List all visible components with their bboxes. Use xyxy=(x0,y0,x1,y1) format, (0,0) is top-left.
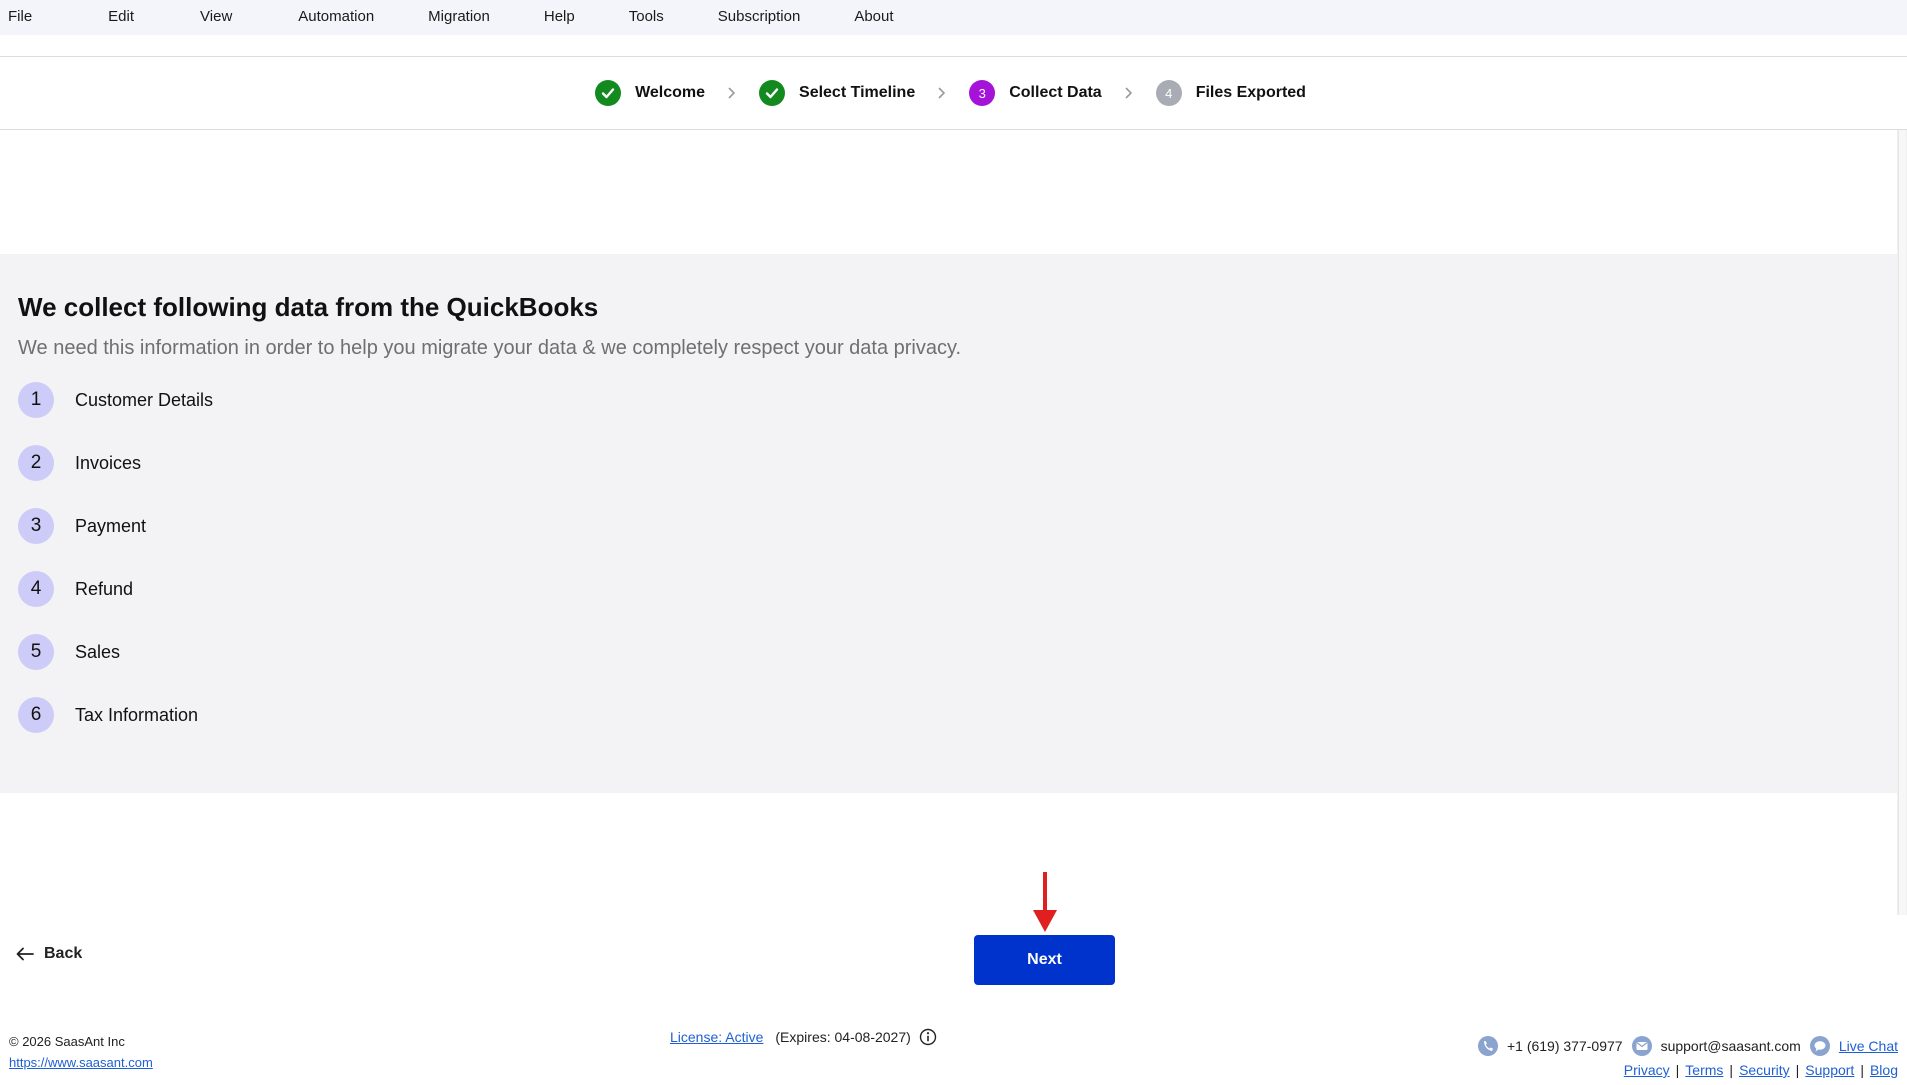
step-welcome: Welcome xyxy=(595,80,705,106)
chat-icon xyxy=(1809,1035,1831,1057)
chevron-right-icon xyxy=(1124,86,1134,100)
step-complete-check-icon xyxy=(595,80,622,106)
menu-file[interactable]: File xyxy=(0,0,40,35)
list-item: 4 Refund xyxy=(18,571,213,607)
step-label: Select Timeline xyxy=(799,84,916,101)
collected-data-panel: We collect following data from the Quick… xyxy=(0,254,1897,793)
back-button[interactable]: Back xyxy=(16,945,82,963)
support-email: support@saasant.com xyxy=(1660,1038,1801,1054)
support-link[interactable]: Support xyxy=(1805,1062,1854,1078)
chevron-right-icon xyxy=(937,86,947,100)
step-collect-data: 3 Collect Data xyxy=(969,80,1102,106)
data-list: 1 Customer Details 2 Invoices 3 Payment … xyxy=(18,382,213,760)
menu-bar: File Edit View Automation Migration Help… xyxy=(0,0,1907,35)
scrollbar-thumb[interactable] xyxy=(1898,130,1906,915)
blog-link[interactable]: Blog xyxy=(1870,1062,1898,1078)
item-label: Customer Details xyxy=(75,389,214,410)
live-chat-link[interactable]: Live Chat xyxy=(1839,1038,1898,1054)
step-label: Welcome xyxy=(635,84,706,101)
annotation-arrow-down-icon xyxy=(1031,872,1059,939)
next-button[interactable]: Next xyxy=(974,935,1115,985)
menu-automation[interactable]: Automation xyxy=(290,0,382,35)
item-label: Invoices xyxy=(75,452,142,473)
license-expiry: (Expires: 04-08-2027) xyxy=(775,1029,911,1045)
list-item: 5 Sales xyxy=(18,634,213,670)
panel-subtitle: We need this information in order to hel… xyxy=(18,337,962,359)
info-icon[interactable] xyxy=(919,1028,937,1046)
footer-links: Privacy | Terms | Security | Support | B… xyxy=(1623,1062,1898,1078)
footer-contact: +1 (619) 377-0977 support@saasant.com Li… xyxy=(1469,1034,1898,1078)
step-number-badge: 4 xyxy=(1155,80,1182,106)
email-icon xyxy=(1631,1035,1653,1057)
license-link[interactable]: License: Active xyxy=(670,1029,763,1045)
copyright-text: © 2026 SaasAnt Inc xyxy=(9,1034,125,1049)
menu-view[interactable]: View xyxy=(192,0,240,35)
step-number-badge: 3 xyxy=(969,80,996,106)
menu-migration[interactable]: Migration xyxy=(420,0,498,35)
app-window: File Edit View Automation Migration Help… xyxy=(0,0,1907,1085)
website-link[interactable]: https://www.saasant.com xyxy=(9,1055,153,1070)
item-number-badge: 3 xyxy=(18,508,54,544)
step-select-timeline: Select Timeline xyxy=(759,80,915,106)
step-files-exported: 4 Files Exported xyxy=(1155,80,1306,106)
phone-icon xyxy=(1477,1035,1499,1057)
item-number-badge: 4 xyxy=(18,571,54,607)
menu-tools[interactable]: Tools xyxy=(621,0,672,35)
wizard-stepper: Welcome Select Timeline 3 Collect Data 4… xyxy=(0,57,1907,130)
back-button-label: Back xyxy=(44,945,83,962)
item-number-badge: 5 xyxy=(18,634,54,670)
item-label: Payment xyxy=(75,515,147,536)
item-label: Sales xyxy=(75,641,121,662)
step-complete-check-icon xyxy=(759,80,786,106)
step-label: Files Exported xyxy=(1195,84,1306,101)
terms-link[interactable]: Terms xyxy=(1685,1062,1723,1078)
item-number-badge: 1 xyxy=(18,382,54,418)
item-label: Tax Information xyxy=(75,704,199,725)
list-item: 6 Tax Information xyxy=(18,697,213,733)
vertical-scrollbar[interactable] xyxy=(1897,130,1907,915)
list-item: 1 Customer Details xyxy=(18,382,213,418)
menu-help[interactable]: Help xyxy=(536,0,583,35)
footer-company: © 2026 SaasAnt Inc https://www.saasant.c… xyxy=(9,1031,153,1073)
item-number-badge: 6 xyxy=(18,697,54,733)
list-item: 3 Payment xyxy=(18,508,213,544)
arrow-left-icon xyxy=(16,947,34,961)
footer-license: License: Active (Expires: 04-08-2027) xyxy=(670,1028,937,1046)
item-label: Refund xyxy=(75,578,134,599)
menu-edit[interactable]: Edit xyxy=(100,0,142,35)
item-number-badge: 2 xyxy=(18,445,54,481)
phone-number: +1 (619) 377-0977 xyxy=(1506,1038,1623,1054)
privacy-link[interactable]: Privacy xyxy=(1624,1062,1670,1078)
security-link[interactable]: Security xyxy=(1739,1062,1790,1078)
chevron-right-icon xyxy=(727,86,737,100)
menu-about[interactable]: About xyxy=(846,0,901,35)
menu-subscription[interactable]: Subscription xyxy=(710,0,809,35)
panel-title: We collect following data from the Quick… xyxy=(18,292,599,322)
step-label: Collect Data xyxy=(1009,84,1102,101)
list-item: 2 Invoices xyxy=(18,445,213,481)
